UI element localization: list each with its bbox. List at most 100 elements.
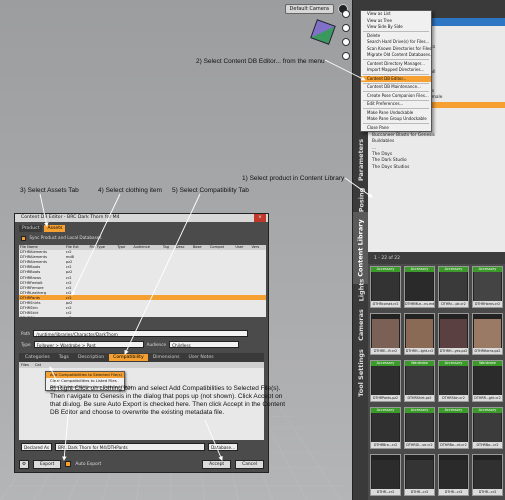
thumbnail-image (406, 319, 433, 348)
table-cell (192, 316, 209, 317)
assets-table: File Name File Ext File Type Type Audience Ta… (19, 245, 266, 317)
popup-menu-item[interactable]: Add Compatibilities to Selected File(s) (46, 372, 124, 378)
menu-item[interactable]: View Side By Side (361, 24, 431, 31)
tab-tool-settings[interactable]: Tool Settings (353, 338, 369, 408)
thumbnail-image (474, 272, 501, 301)
close-icon[interactable]: × (254, 214, 266, 222)
menu-item[interactable]: Content DB Maintenance... (361, 84, 431, 91)
auto-export-checkbox[interactable] (65, 461, 71, 467)
thumbnail-badge: Accessory (405, 267, 434, 272)
thumbnail-image (406, 272, 433, 301)
asset-thumbnail[interactable]: DTHR...cr2 (370, 454, 401, 496)
asset-thumbnail[interactable]: Accessory DTHRBra...cr2 (370, 407, 401, 449)
pane-option-icon[interactable] (342, 10, 350, 18)
thumbnail-label: DTHRH...yes.pz2 (439, 348, 468, 354)
sync-option[interactable]: Sync Product and Local Databases (15, 232, 268, 244)
asset-thumbnail[interactable]: Wardrobe DTHRR...ght.cr2 (472, 360, 503, 402)
thumbnail-badge: Accessory (439, 267, 468, 272)
menu-item[interactable]: Create Pose Companion Files... (361, 93, 431, 100)
menu-item[interactable]: Content DB Editor... (361, 76, 431, 83)
menu-item[interactable]: Import Mapped Directories... (361, 67, 431, 74)
thumbnail-label: DTHR...cr2 (371, 489, 400, 495)
database-button[interactable]: Database... (208, 443, 238, 451)
thumbnail-label: DTHR...cr2 (405, 489, 434, 495)
declared-value-input[interactable]: BRC Dark Thorn for M4/DTHPants (55, 443, 205, 451)
sub-tab[interactable]: Tags (55, 354, 73, 361)
annotation-step5: 5) Select Compatibility Tab (172, 187, 249, 194)
asset-thumbnail[interactable]: DTHRE...ft.cr2 (370, 313, 401, 355)
thumbnail-label: DTHRcorset.cr2 (371, 301, 400, 307)
thumbnail-image (440, 366, 467, 395)
declared-as-dropdown[interactable]: Declared As (21, 443, 52, 451)
thumbnail-badge: Accessory (371, 408, 400, 413)
thumbnail-image (406, 460, 433, 489)
asset-thumbnail[interactable]: Accessory DTHRBo...nt.cr2 (438, 407, 469, 449)
asset-thumbnail[interactable]: Accessory DTHRBo...cr2 (472, 407, 503, 449)
tab-product[interactable]: Product (19, 225, 42, 232)
thumbnail-label: DTHRE...ft.cr2 (371, 348, 400, 354)
sub-tab[interactable]: Description (74, 354, 108, 361)
cancel-button[interactable]: Cancel (235, 460, 264, 469)
view-cube-icon[interactable] (310, 19, 336, 45)
asset-thumbnail[interactable]: DTHRH...yes.pz2 (438, 313, 469, 355)
asset-thumbnail[interactable]: DTHR...cr2 (438, 454, 469, 496)
declared-row: Declared As BRC Dark Thorn for M4/DTHPan… (15, 440, 268, 454)
thumbnail-label: DTHRBo...cr2 (473, 442, 502, 448)
menu-item[interactable]: Close Pane (361, 125, 431, 132)
thumbnail-image (372, 272, 399, 301)
thumbnail-label: DTHRMLe...ns.md8 (405, 301, 434, 307)
pane-option-icon[interactable] (342, 38, 350, 46)
export-button[interactable]: Export (33, 460, 61, 469)
asset-thumbnail[interactable]: Accessory DTHRHorns.cr2 (472, 266, 503, 308)
asset-thumbnail[interactable]: Accessory DTHRPants.pz2 (370, 360, 401, 402)
table-row[interactable]: DTHRSlipcr2 (19, 316, 266, 317)
thumbnail-badge: Accessory (405, 408, 434, 413)
thumbnail-label: DTHRR...ght.cr2 (473, 395, 502, 401)
path-label: Path (21, 331, 30, 336)
thumbnail-badge: Accessory (371, 267, 400, 272)
menu-item[interactable]: Migrate Old Content Databases... (361, 52, 431, 59)
accept-button[interactable]: Accept (202, 460, 231, 469)
viewport-toolbar: Default Camera (285, 4, 348, 14)
asset-thumbnail[interactable]: DTHR...cr2 (472, 454, 503, 496)
thumbnail-label: DTHRShirt.pz2 (405, 395, 434, 401)
dialog-title-bar: Content DB Editor - BRC Dark Thorn for M… (15, 214, 268, 222)
tree-item[interactable]: The Days Studios (372, 165, 505, 171)
sync-checkbox[interactable] (21, 236, 26, 241)
thumbnail-image (372, 366, 399, 395)
asset-thumbnail[interactable]: Accessory DTHRSkin.cr2 (438, 360, 469, 402)
audience-dropdown[interactable]: Childless (169, 341, 239, 348)
table-cell: cr2 (65, 316, 89, 317)
asset-thumbnail[interactable]: DTHRHorns.pz2 (472, 313, 503, 355)
pane-option-icon[interactable] (342, 24, 350, 32)
menu-item[interactable]: Make Pane Group Undockable (361, 116, 431, 123)
asset-thumbnail[interactable]: Wardrobe DTHRShirt.pz2 (404, 360, 435, 402)
thumbnail-image (440, 319, 467, 348)
sub-tab[interactable]: Dimensions (149, 354, 184, 361)
camera-dropdown[interactable]: Default Camera (285, 4, 334, 14)
thumbnail-label: DTHRBo...nt.cr2 (439, 442, 468, 448)
popup-menu-item[interactable]: Clear Compatibilities to Listed Files (46, 378, 124, 384)
pane-option-icon[interactable] (342, 52, 350, 60)
path-input[interactable]: /runtime/libraries/Character/DarkThorn (33, 330, 248, 337)
tab-assets[interactable]: Assets (44, 225, 65, 232)
thumbnail-label: DTHRSkin.cr2 (439, 395, 468, 401)
asset-thumbnail[interactable]: DTHRH...ight.cr2 (404, 313, 435, 355)
menu-item[interactable]: Search Hard Drive(s) for Files... (361, 39, 431, 46)
asset-thumbnail[interactable]: Accessory DTHRc...pk.cr2 (438, 266, 469, 308)
sub-tab[interactable]: Compatibility (109, 354, 148, 361)
type-dropdown[interactable]: Follower > Wardrobe > Pant (34, 341, 144, 348)
thumbnail-image (406, 366, 433, 395)
sub-tab[interactable]: User Notes (185, 354, 218, 361)
asset-thumbnail[interactable]: Accessory DTHRcorset.cr2 (370, 266, 401, 308)
asset-thumbnail[interactable]: DTHR...cr2 (404, 454, 435, 496)
table-cell (251, 316, 267, 317)
table-cell (162, 316, 175, 317)
sub-tab[interactable]: Categories (21, 354, 54, 361)
asset-thumbnail[interactable]: Accessory DTHRMLe...ns.md8 (404, 266, 435, 308)
menu-item[interactable]: Edit Preferences... (361, 101, 431, 108)
thumbnail-label: DTHRHorns.cr2 (473, 301, 502, 307)
gear-icon[interactable]: ⚙ (19, 460, 29, 469)
asset-thumbnail[interactable]: Accessory DTHRGl...ve.cr2 (404, 407, 435, 449)
library-toolbar: 1 - 22 of 22 (368, 252, 505, 264)
